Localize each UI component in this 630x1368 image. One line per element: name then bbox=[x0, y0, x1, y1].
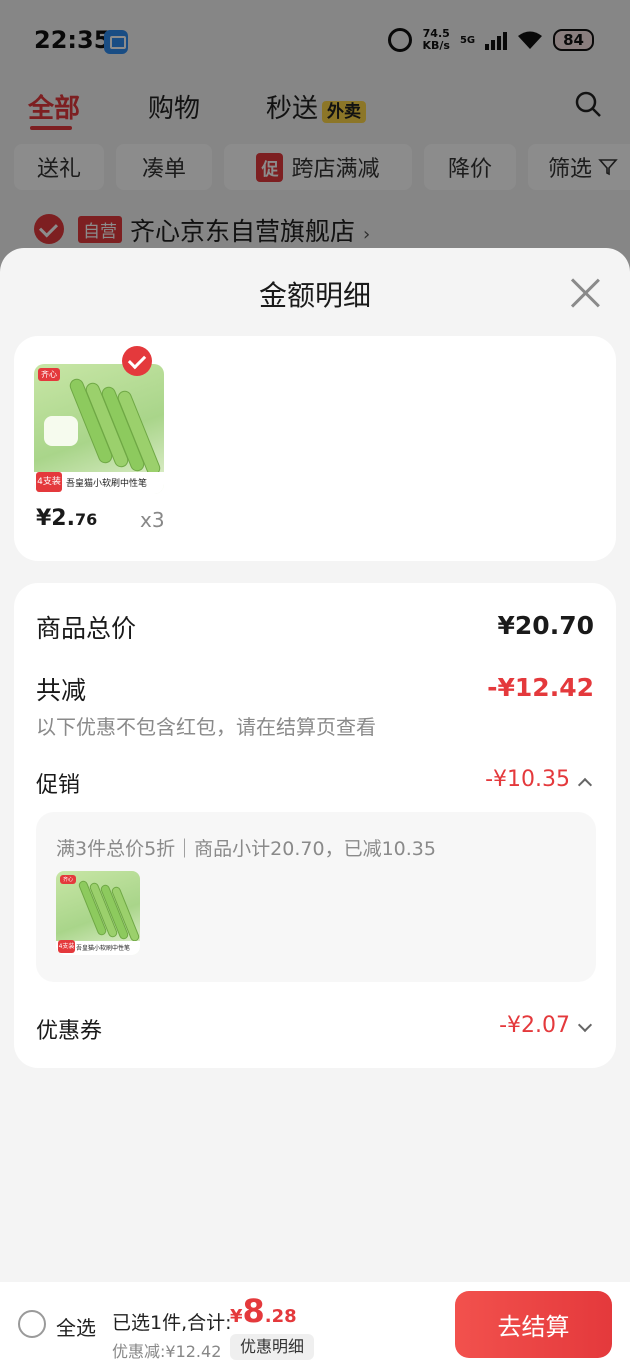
promo-value[interactable]: -¥10.35 bbox=[485, 767, 570, 792]
amount-detail-sheet: 金额明细 齐心 4支装 吾皇猫小软刷中性笔 ¥2.76 x3 商品总价 ¥20.… bbox=[0, 248, 630, 1282]
sheet-title: 金额明细 bbox=[258, 279, 371, 312]
product-banner: 4支装 吾皇猫小软刷中性笔 bbox=[34, 472, 164, 494]
product-image-name: 吾皇猫小软刷中性笔 bbox=[76, 945, 131, 952]
total-price-label: 商品总价 bbox=[36, 614, 137, 643]
product-image-name: 吾皇猫小软刷中性笔 bbox=[66, 479, 148, 489]
product-selected-check-icon[interactable] bbox=[122, 346, 152, 376]
select-all-label[interactable]: 全选 bbox=[56, 1312, 96, 1341]
brand-logo: 齐心 bbox=[60, 875, 77, 884]
brand-logo: 齐心 bbox=[38, 368, 60, 381]
unit-price-int: ¥2. bbox=[36, 506, 75, 531]
checkout-bar: 全选 已选1件,合计: ¥8.28 优惠减:¥12.42 优惠明细 去结算 bbox=[0, 1282, 630, 1368]
promo-label[interactable]: 促销 bbox=[36, 767, 80, 799]
select-all-checkbox[interactable] bbox=[18, 1310, 46, 1338]
chevron-down-icon[interactable] bbox=[577, 1017, 593, 1033]
price-breakdown-card: 商品总价 ¥20.70 共减 -¥12.42 以下优惠不包含红包，请在结算页查看… bbox=[14, 583, 616, 1068]
product-card: 齐心 4支装 吾皇猫小软刷中性笔 ¥2.76 x3 bbox=[14, 336, 616, 561]
total-price-value: ¥20.70 bbox=[497, 611, 594, 640]
reduction-label: 共减 bbox=[36, 676, 87, 705]
unit-price-dec: 76 bbox=[74, 510, 98, 529]
eraser-graphic bbox=[44, 416, 78, 446]
close-icon[interactable] bbox=[568, 274, 604, 310]
pack-count: 4支装 bbox=[36, 472, 62, 492]
overlay-dim[interactable] bbox=[0, 0, 630, 260]
discount-detail-button[interactable]: 优惠明细 bbox=[230, 1334, 315, 1360]
total-dec: .28 bbox=[264, 1306, 297, 1327]
total-currency: ¥ bbox=[230, 1306, 243, 1327]
product-banner: 4支装 吾皇猫小软刷中性笔 bbox=[56, 940, 140, 955]
total-amount: ¥8.28 bbox=[230, 1292, 297, 1330]
unit-price: ¥2.76 bbox=[36, 506, 97, 531]
discount-note: 优惠减:¥12.42 bbox=[112, 1342, 222, 1361]
promo-description: 满3件总价5折｜商品小计20.70，已减10.35 bbox=[56, 838, 436, 860]
reduction-value: -¥12.42 bbox=[487, 673, 594, 702]
coupon-value[interactable]: -¥2.07 bbox=[499, 1013, 570, 1038]
promo-detail-box: 满3件总价5折｜商品小计20.70，已减10.35 齐心 4支装 吾皇猫小软刷中… bbox=[36, 812, 596, 982]
checkout-button[interactable]: 去结算 bbox=[455, 1291, 612, 1358]
reduction-note: 以下优惠不包含红包，请在结算页查看 bbox=[36, 715, 376, 739]
promo-product-thumbnail[interactable]: 齐心 4支装 吾皇猫小软刷中性笔 bbox=[56, 871, 140, 955]
pack-count: 4支装 bbox=[58, 940, 75, 953]
selected-summary: 已选1件,合计: bbox=[112, 1312, 232, 1334]
chevron-up-icon[interactable] bbox=[577, 777, 593, 793]
total-int: 8 bbox=[242, 1292, 265, 1330]
coupon-label[interactable]: 优惠券 bbox=[36, 1013, 102, 1045]
product-image[interactable]: 齐心 4支装 吾皇猫小软刷中性笔 bbox=[34, 364, 164, 494]
quantity: x3 bbox=[140, 508, 165, 532]
